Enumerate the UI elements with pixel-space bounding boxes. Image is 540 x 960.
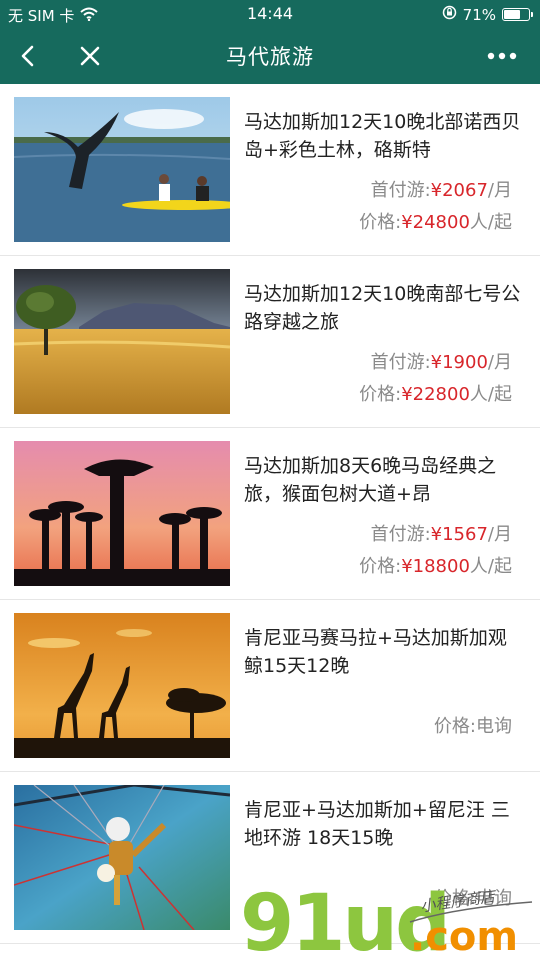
price-line: 价格:¥24800人/起 xyxy=(359,208,512,234)
product-image-baobab xyxy=(14,441,230,586)
price-inquiry: 价格:电询 xyxy=(433,716,512,737)
status-bar: 无 SIM 卡 14:44 71% xyxy=(0,0,540,28)
rotation-lock-icon xyxy=(442,5,457,24)
price-label: 价格: xyxy=(359,556,402,577)
battery-percent: 71% xyxy=(462,5,496,24)
product-item[interactable]: 马达加斯加12天10晚北部诺西贝岛+彩色土林，硌斯特 首付游:¥2067/月 价… xyxy=(0,84,540,256)
product-item[interactable]: 马达加斯加8天6晚马岛经典之旅，猴面包树大道+昂 首付游:¥1567/月 价格:… xyxy=(0,428,540,600)
status-right: 71% xyxy=(442,5,533,24)
product-item[interactable]: 马达加斯加12天10晚南部七号公路穿越之旅 首付游:¥1900/月 价格:¥22… xyxy=(0,256,540,428)
price-unit: 人/起 xyxy=(469,384,512,405)
price-unit: 人/起 xyxy=(469,212,512,233)
deposit-unit: /月 xyxy=(487,352,512,373)
deposit-label: 首付游: xyxy=(370,352,431,373)
price-label: 价格: xyxy=(359,212,402,233)
deposit-price: ¥1567 xyxy=(430,524,488,545)
product-item[interactable]: 肯尼亚马赛马拉+马达加斯加观鲸15天12晚 价格:电询 xyxy=(0,600,540,772)
product-image-whale xyxy=(14,97,230,242)
watermark-domain: .com xyxy=(410,914,518,960)
product-image-savanna xyxy=(14,269,230,414)
deposit-unit: /月 xyxy=(487,524,512,545)
nav-bar: 马代旅游 xyxy=(0,28,540,84)
deposit-price: ¥2067 xyxy=(430,180,488,201)
price-line: 价格:¥22800人/起 xyxy=(359,380,512,406)
deposit-line: 首付游:¥2067/月 xyxy=(371,176,512,202)
price-unit: 人/起 xyxy=(469,556,512,577)
page-title: 马代旅游 xyxy=(226,45,314,69)
deposit-line: 首付游:¥1900/月 xyxy=(371,348,512,374)
deposit-line: 首付游:¥1567/月 xyxy=(371,520,512,546)
deposit-unit: /月 xyxy=(487,180,512,201)
price-value: ¥24800 xyxy=(401,212,470,233)
product-title[interactable]: 肯尼亚+马达加斯加+留尼汪 三地环游 18天15晚 xyxy=(244,796,524,852)
product-image-giraffes xyxy=(14,613,230,758)
deposit-price: ¥1900 xyxy=(430,352,488,373)
product-title[interactable]: 马达加斯加12天10晚北部诺西贝岛+彩色土林，硌斯特 xyxy=(244,108,524,164)
product-title[interactable]: 马达加斯加12天10晚南部七号公路穿越之旅 xyxy=(244,280,524,336)
deposit-label: 首付游: xyxy=(370,180,431,201)
price-value: ¥22800 xyxy=(401,384,470,405)
more-button[interactable] xyxy=(482,36,522,76)
deposit-label: 首付游: xyxy=(370,524,431,545)
product-title[interactable]: 肯尼亚马赛马拉+马达加斯加观鲸15天12晚 xyxy=(244,624,524,680)
watermark-logo: 91ud .com 小程序商店 xyxy=(240,870,540,960)
price-label: 价格: xyxy=(359,384,402,405)
product-list: 马达加斯加12天10晚北部诺西贝岛+彩色土林，硌斯特 首付游:¥2067/月 价… xyxy=(0,84,540,944)
price-value: ¥18800 xyxy=(401,556,470,577)
battery-icon xyxy=(502,8,533,21)
product-title[interactable]: 马达加斯加8天6晚马岛经典之旅，猴面包树大道+昂 xyxy=(244,452,524,508)
more-dots-icon xyxy=(487,52,517,60)
product-image-paraglider xyxy=(14,785,230,930)
price-line: 价格:¥18800人/起 xyxy=(359,552,512,578)
